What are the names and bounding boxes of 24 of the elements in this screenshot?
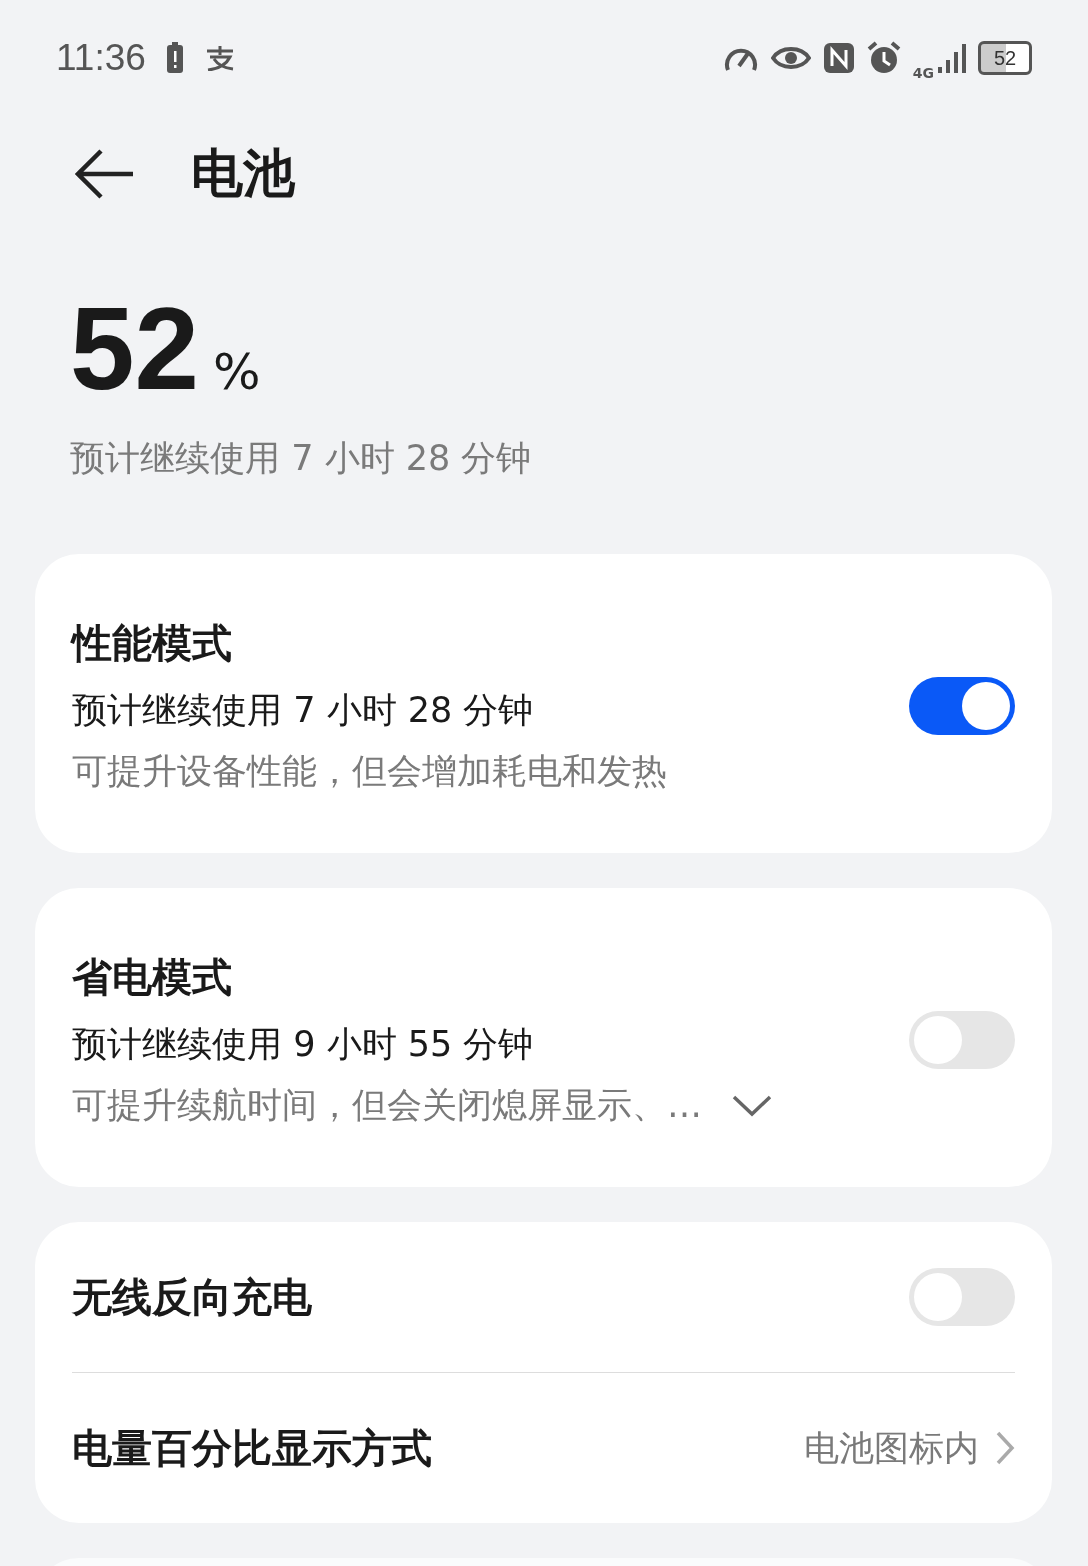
mode-title: 性能模式 bbox=[72, 619, 233, 668]
mode-description: 可提升设备性能，但会增加耗电和发热 bbox=[72, 750, 667, 793]
setting-row[interactable]: 电量百分比显示方式 电池图标内 bbox=[72, 1373, 1015, 1523]
alarm-clock-icon bbox=[866, 41, 901, 75]
battery-alert-icon bbox=[165, 42, 184, 74]
mode-estimate: 预计继续使用 9 小时 55 分钟 bbox=[72, 1023, 535, 1066]
mode-estimate: 预计继续使用 7 小时 28 分钟 bbox=[72, 689, 535, 732]
battery-indicator: 52 bbox=[978, 41, 1032, 75]
mode-title: 省电模式 bbox=[72, 953, 233, 1002]
chevron-right-icon bbox=[995, 1430, 1015, 1466]
page-title: 电池 bbox=[191, 141, 295, 205]
mode-description: 可提升续航时间，但会关闭熄屏显示、… bbox=[72, 1084, 702, 1127]
battery-percent: 52 bbox=[70, 291, 200, 407]
status-time: 11:36 bbox=[56, 37, 146, 79]
nfc-icon bbox=[822, 42, 855, 74]
back-icon[interactable] bbox=[75, 147, 135, 200]
percent-sign: % bbox=[213, 343, 261, 401]
signal-icon bbox=[938, 43, 966, 73]
battery-estimate: 预计继续使用 7 小时 28 分钟 bbox=[69, 437, 533, 480]
setting-label: 无线反向充电 bbox=[72, 1272, 313, 1322]
eye-icon bbox=[770, 45, 811, 71]
expand-chevron-icon[interactable] bbox=[732, 1094, 772, 1117]
toggle-switch[interactable] bbox=[909, 676, 1015, 735]
network-label: 4G bbox=[912, 65, 934, 81]
